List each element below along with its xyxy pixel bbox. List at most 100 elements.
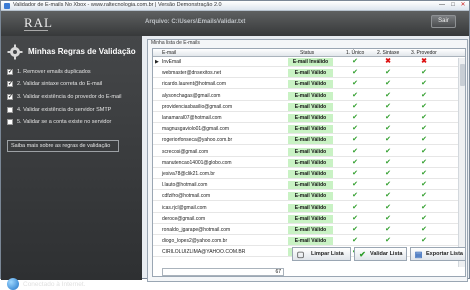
table-row[interactable]: magnusgaviolo01@gmail.com E-mail Válido ✔ ✔…: [153, 125, 465, 135]
header-syntax[interactable]: 2. Sintaxe: [377, 50, 399, 56]
rule-validate-provider[interactable]: 3. Validar existência do provedor do E-m…: [7, 93, 139, 102]
header-unique[interactable]: 1. Único: [346, 50, 364, 56]
row-email: cdfzifro@hotmail.com: [162, 193, 211, 200]
check-icon: ✔: [421, 237, 427, 245]
check-icon: ✔: [421, 214, 427, 222]
table-row[interactable]: jesiva78@clik21.com.br E-mail Válido ✔ ✔ ✔: [153, 170, 465, 179]
row-email: ricardo.laurent@hotmail.com: [162, 81, 226, 88]
table-row[interactable]: manutencao14001@globo.com E-mail Válido ✔ ✔…: [153, 158, 465, 168]
rule-checkbox[interactable]: [7, 93, 13, 100]
exit-button[interactable]: Sair: [431, 15, 456, 28]
row-email: deroce@gmail.com: [162, 215, 206, 222]
learn-more-button[interactable]: Saiba mais sobre as regras de validação: [7, 140, 119, 152]
validate-list-label: Validar Lista: [370, 251, 403, 257]
rule-label: 1. Remover emails duplicados: [17, 69, 91, 75]
check-icon: ✔: [385, 136, 391, 144]
export-list-button[interactable]: ▤ Exportar Lista: [410, 247, 466, 261]
table-row[interactable]: screcosi@gmail.com E-mail Válido ✔ ✔ ✔: [153, 147, 465, 157]
table-row[interactable]: rogeriorfonseca@yahoo.com.br E-mail Válid…: [153, 136, 465, 146]
header-email[interactable]: E-mail: [162, 50, 176, 56]
scrollbar-thumb[interactable]: [460, 64, 465, 86]
rule-validate-smtp[interactable]: 4. Validar existência do servidor SMTP: [7, 107, 139, 115]
row-status-badge: E-mail Válido: [288, 170, 333, 178]
validate-list-button[interactable]: ✔ Validar Lista: [354, 247, 407, 261]
table-row[interactable]: webmaster@dnsexitos.net E-mail Válido ✔ ✔ ✔: [153, 69, 465, 79]
export-list-label: Exportar Lista: [426, 251, 463, 257]
check-icon: ✔: [421, 147, 427, 155]
check-icon: ✔: [421, 114, 427, 121]
close-icon[interactable]: ✕: [458, 2, 468, 9]
row-email: InvEmail: [162, 59, 182, 65]
row-email: CIRILOLUIZLIMA@YAHOO.COM.BR: [162, 249, 246, 256]
table-row[interactable]: alysonchagas@gmail.com E-mail Válido ✔ ✔ ✔: [153, 91, 465, 101]
check-icon: ✔: [421, 203, 427, 211]
email-grid[interactable]: E-mail Status 1. Único 2. Sintaxe 3. Pro…: [152, 48, 466, 277]
rule-remove-duplicates[interactable]: 1. Remover emails duplicados: [7, 68, 139, 77]
window-title: Validador de E-mails No Xbox - www.ralte…: [13, 2, 222, 8]
row-status-badge: E-mail Válido: [288, 158, 333, 167]
check-icon: ✔: [352, 170, 358, 177]
vertical-scrollbar[interactable]: [458, 58, 465, 267]
check-icon: ✔: [385, 80, 391, 88]
rule-checkbox[interactable]: [7, 68, 13, 75]
rule-checkbox[interactable]: [7, 119, 13, 125]
rule-validate-syntax[interactable]: 2. Validar sintaxe correta do E-mail: [7, 80, 139, 89]
check-icon: ✔: [352, 192, 358, 200]
row-email: ronaldo_jgarape@hotmail.com: [162, 227, 231, 233]
check-icon: ✔: [385, 69, 391, 77]
check-icon: ✔: [385, 192, 391, 200]
rule-label: 5. Validar se a conta existe no servidor: [17, 119, 112, 125]
table-row[interactable]: diogo_lopes2@yahoo.com.br E-mail Válido ✔ ✔…: [153, 237, 465, 247]
row-status-badge: E-mail Válido: [288, 125, 333, 134]
check-icon: ✔: [385, 125, 391, 133]
table-row[interactable]: ricardo.laurent@hotmail.com E-mail Válido…: [153, 80, 465, 90]
clear-list-button[interactable]: ▢ Limpar Lista: [292, 247, 351, 261]
file-path: Arquivo: C:\Users\EmailsValidar.txt: [145, 19, 246, 25]
row-status-badge: E-mail Válido: [288, 147, 333, 156]
table-row[interactable]: cdfzifro@hotmail.com E-mail Válido ✔ ✔ ✔: [153, 192, 465, 202]
rule-validate-account[interactable]: 5. Validar se a conta existe no servidor: [7, 119, 139, 127]
rules-panel: Minhas Regras de Validação 1. Remover em…: [1, 36, 142, 290]
table-row[interactable]: ronaldo_jgarape@hotmail.com E-mail Válido…: [153, 226, 465, 235]
table-row[interactable]: icas.rjcl@gmail.com E-mail Válido ✔ ✔ ✔: [153, 203, 465, 213]
row-email: screcosi@gmail.com: [162, 148, 209, 155]
row-status-badge: E-mail Válido: [288, 203, 333, 212]
check-icon: ✔: [352, 158, 358, 166]
header-provider[interactable]: 3. Provedor: [411, 50, 437, 56]
table-row[interactable]: deroce@gmail.com E-mail Válido ✔ ✔ ✔: [153, 214, 465, 224]
row-status-badge: E-mail Válido: [288, 102, 333, 111]
rule-checkbox[interactable]: [7, 80, 13, 87]
maximize-icon[interactable]: □: [448, 2, 458, 9]
row-count: 67: [162, 268, 284, 276]
table-row[interactable]: l.lauto@hotmail.com E-mail Válido ✔ ✔ ✔: [153, 181, 465, 191]
check-icon: ✔: [385, 102, 391, 110]
row-status-badge: E-mail Válido: [288, 80, 333, 89]
row-status-badge: E-mail Válido: [288, 192, 333, 201]
title-bar: Validador de E-mails No Xbox - www.ralte…: [1, 1, 469, 11]
header-status[interactable]: Status: [300, 50, 314, 56]
app-window: Validador de E-mails No Xbox - www.ralte…: [0, 0, 470, 290]
row-email: jesiva78@clik21.com.br: [162, 171, 215, 177]
row-status-badge: E-mail Válido: [288, 91, 333, 100]
minimize-icon[interactable]: —: [437, 2, 447, 9]
check-icon: ✔: [421, 91, 427, 99]
check-icon: ✔: [421, 158, 427, 166]
check-icon: ✔: [421, 102, 427, 110]
check-icon: ✔: [421, 192, 427, 200]
table-row[interactable]: lanamaral07@hotmail.com E-mail Válido ✔ ✔ ✔: [153, 114, 465, 123]
table-row[interactable]: providenciasbasilio@gmail.com E-mail Váli…: [153, 102, 465, 112]
row-email: manutencao14001@globo.com: [162, 159, 232, 166]
check-icon: ✔: [352, 237, 358, 245]
check-icon: ✔: [421, 226, 427, 233]
rule-label: 2. Validar sintaxe correta do E-mail: [17, 81, 103, 87]
export-icon: ▤: [414, 250, 423, 259]
grid-header: E-mail Status 1. Único 2. Sintaxe 3. Pro…: [153, 49, 465, 57]
rule-checkbox[interactable]: [7, 107, 13, 113]
email-list-group: Minha lista de E-mails E-mail Status 1. …: [147, 39, 468, 282]
error-icon: ✖: [385, 58, 391, 65]
row-status-badge: E-mail Válido: [288, 237, 333, 246]
check-icon: ✔: [352, 203, 358, 211]
row-email: diogo_lopes2@yahoo.com.br: [162, 238, 228, 245]
table-row[interactable]: ▶ InvEmail E-mail Inválido ✔ ✖ ✖: [153, 58, 465, 67]
rules-title: Minhas Regras de Validação: [28, 47, 136, 56]
